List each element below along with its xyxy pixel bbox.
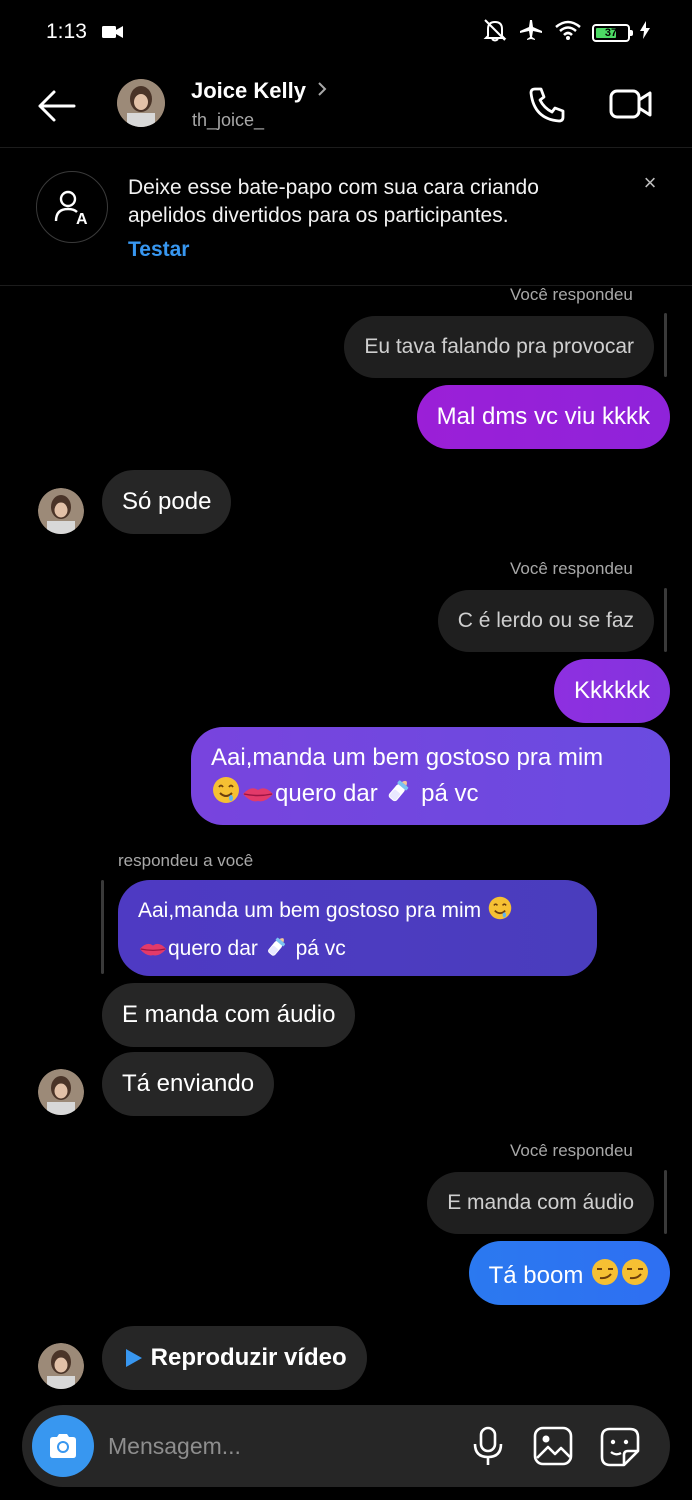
sent-message[interactable]: Tá boom: [468, 1241, 670, 1305]
image-icon: [533, 1426, 573, 1466]
video-call-button[interactable]: [608, 84, 654, 124]
status-icons: 37: [482, 18, 650, 47]
received-message[interactable]: Tá enviando: [102, 1052, 275, 1116]
mute-icon: [482, 18, 508, 47]
svg-text:A: A: [76, 211, 88, 227]
message-text: Aai,manda um bem gostoso pra mim: [211, 744, 604, 771]
gallery-button[interactable]: [532, 1425, 574, 1467]
sticker-icon: [600, 1427, 640, 1467]
smirking-face-icon: [620, 1257, 650, 1296]
lips-icon: [241, 781, 275, 815]
reply-divider: [664, 588, 667, 652]
message-text: Tá boom: [488, 1262, 584, 1289]
phone-icon: [529, 87, 565, 123]
video-recording-icon: [102, 25, 124, 44]
message-composer: [22, 1405, 670, 1487]
reply-label: Você respondeu: [510, 1141, 633, 1160]
sent-message[interactable]: Kkkkkk: [553, 659, 670, 723]
lips-icon: [138, 936, 168, 970]
battery-cap: [630, 29, 633, 36]
sticker-button[interactable]: [598, 1425, 642, 1469]
reply-label: respondeu a você: [118, 851, 254, 870]
status-bar: 1:13 37: [0, 0, 692, 66]
quote-text: Aai,manda um bem gostoso pra mim: [138, 899, 482, 922]
chevron-right-icon[interactable]: [316, 80, 328, 103]
battery-percent: 37: [604, 26, 618, 39]
back-button[interactable]: [34, 86, 78, 126]
drooling-face-icon: [487, 895, 513, 932]
video-camera-icon: [609, 89, 652, 119]
play-video-label: Reproduzir vídeo: [150, 1344, 347, 1371]
reply-divider: [101, 880, 104, 974]
baby-bottle-icon: [384, 775, 414, 815]
microphone-icon: [473, 1426, 503, 1465]
quoted-message[interactable]: C é lerdo ou se faz: [437, 590, 654, 652]
quoted-message[interactable]: Eu tava falando pra provocar: [344, 316, 654, 378]
back-arrow-icon: [38, 90, 76, 122]
avatar[interactable]: [38, 488, 84, 534]
voice-call-button[interactable]: [526, 84, 568, 126]
close-icon[interactable]: ×: [638, 170, 662, 196]
status-time: 1:13: [46, 20, 87, 43]
avatar[interactable]: [38, 1069, 84, 1115]
received-message[interactable]: E manda com áudio: [102, 983, 356, 1047]
camera-icon: [50, 1434, 76, 1458]
avatar[interactable]: [38, 1343, 84, 1389]
wifi-icon: [554, 19, 582, 46]
contact-name[interactable]: Joice Kelly: [191, 78, 306, 104]
nickname-banner: A Deixe esse bate-papo com sua cara cria…: [0, 150, 692, 286]
message-text: quero dar: [275, 780, 378, 807]
sent-message[interactable]: Aai,manda um bem gostoso pra mim quero d…: [191, 727, 670, 825]
avatar[interactable]: [117, 79, 165, 127]
reply-divider: [664, 1170, 667, 1234]
nickname-icon: A: [36, 171, 108, 243]
quoted-message[interactable]: E manda com áudio: [427, 1172, 654, 1234]
microphone-button[interactable]: [468, 1425, 508, 1467]
chat-screen: 1:13 37 Joice Kelly th_joice_ A Deixe es…: [0, 0, 692, 1500]
quote-text: quero dar: [168, 937, 258, 960]
message-text: pá vc: [421, 780, 479, 807]
message-input[interactable]: [108, 1425, 438, 1467]
reply-label: Você respondeu: [510, 559, 633, 578]
battery-icon: 37: [592, 23, 633, 42]
smirking-face-icon: [590, 1257, 620, 1296]
received-message[interactable]: Só pode: [102, 470, 232, 534]
charging-icon: [640, 21, 650, 44]
chat-header: Joice Kelly th_joice_: [0, 66, 692, 148]
reply-label: Você respondeu: [510, 285, 633, 304]
banner-text: Deixe esse bate-papo com sua cara criand…: [128, 176, 539, 227]
sent-message[interactable]: Mal dms vc viu kkkk: [416, 385, 670, 449]
banner-try-button[interactable]: Testar: [128, 238, 189, 262]
drooling-face-icon: [211, 775, 241, 815]
baby-bottle-icon: [264, 933, 290, 970]
quoted-message[interactable]: Aai,manda um bem gostoso pra mim quero d…: [118, 880, 597, 976]
play-video-button[interactable]: Reproduzir vídeo: [102, 1326, 367, 1390]
quote-text: pá vc: [295, 937, 346, 960]
camera-button[interactable]: [32, 1415, 94, 1477]
play-icon: [122, 1346, 144, 1378]
contact-username: th_joice_: [192, 110, 265, 130]
reply-divider: [664, 313, 667, 377]
airplane-icon: [518, 18, 544, 47]
